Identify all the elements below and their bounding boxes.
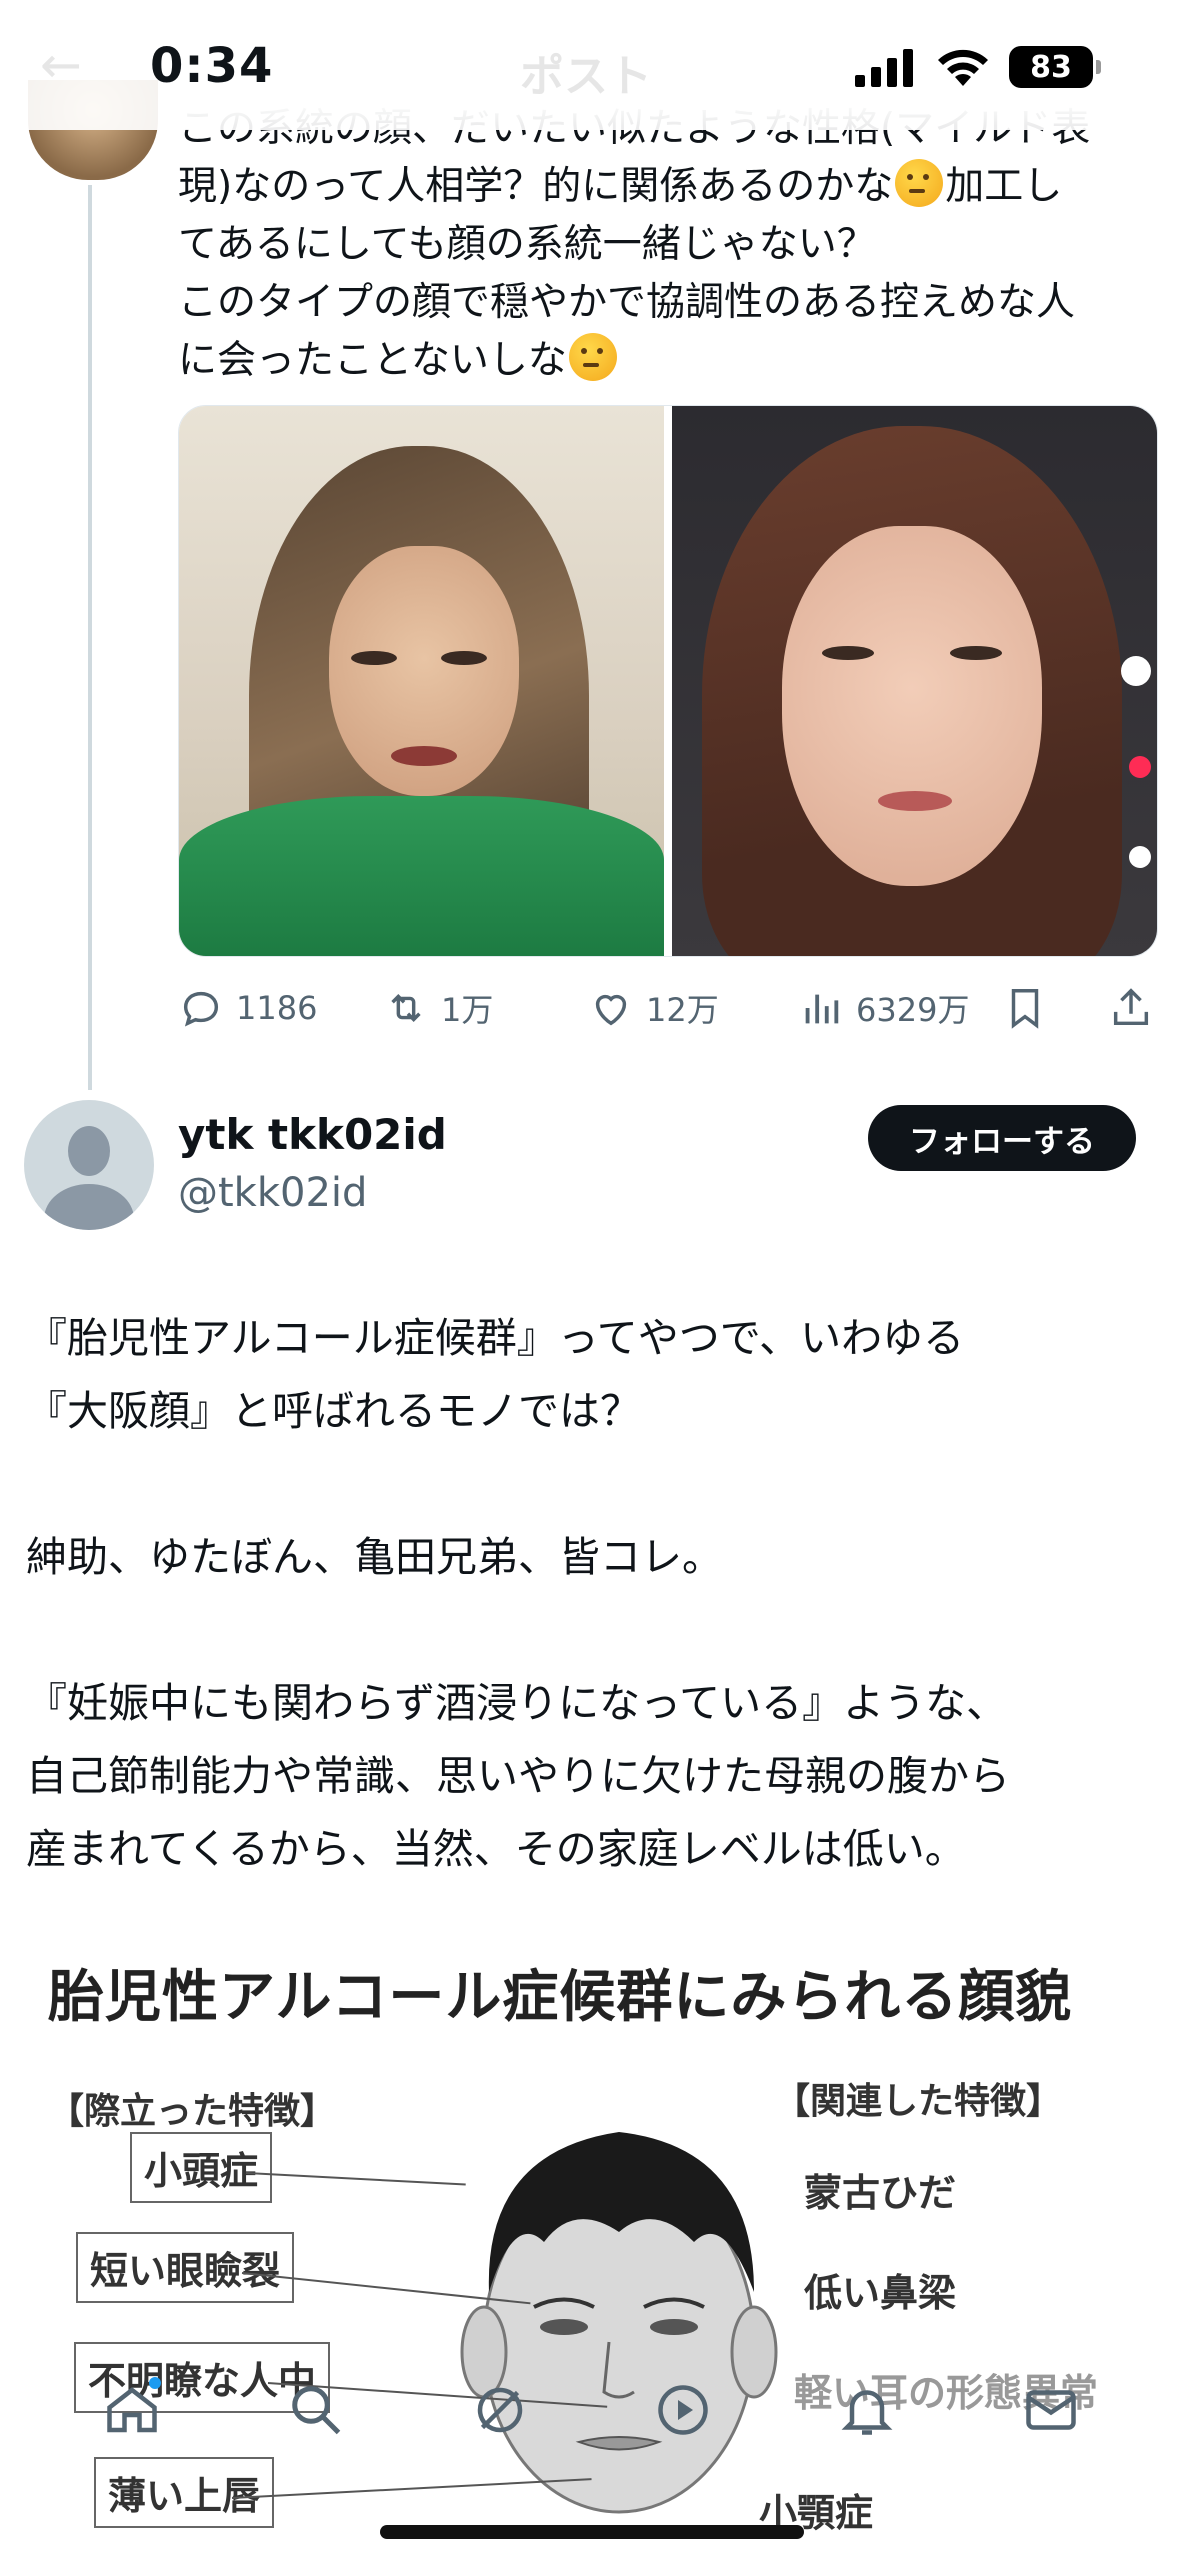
post-body: 『胎児性アルコール症候群』ってやつで、いわゆる 『大阪顔』と呼ばれるモノでは？ … [26, 1302, 1166, 1886]
photo-lips-shape [878, 791, 952, 811]
battery-indicator: 83 [1009, 46, 1101, 88]
tiktok-side-icon [1121, 656, 1151, 686]
repost-button[interactable]: 1万 [383, 985, 493, 1031]
search-icon [291, 2386, 341, 2435]
cellular-signal-icon [855, 49, 913, 87]
tiktok-side-icon [1129, 756, 1151, 778]
reply-button[interactable]: 1186 [178, 985, 317, 1031]
figure-label-epicanthal: 蒙古ひだ [804, 2171, 957, 2215]
nav-home[interactable] [97, 2375, 167, 2445]
home-icon [107, 2387, 157, 2433]
photo-lips-shape [391, 746, 457, 766]
notifications-icon [841, 2390, 893, 2435]
repost-count: 1万 [441, 991, 494, 1029]
nav-search[interactable] [281, 2375, 351, 2445]
notification-dot [148, 2377, 161, 2389]
post-line: 『大阪顔』と呼ばれるモノでは？ [26, 1387, 641, 1435]
grok-icon [477, 2387, 522, 2433]
follow-button[interactable]: フォローする [868, 1105, 1136, 1171]
previous-post-line: てあるにしても顔の系統一緒じゃない？ [178, 222, 876, 267]
tiktok-side-icon [1129, 846, 1151, 868]
analytics-icon [805, 994, 839, 1024]
video-icon [658, 2385, 709, 2435]
figure-label-short-palpebral: 短い眼瞼裂 [76, 2232, 295, 2303]
photo-jacket-shape [179, 796, 664, 956]
reply-icon [183, 991, 219, 1027]
media-photo-left[interactable] [179, 406, 664, 956]
photo-eye-shape [351, 651, 397, 665]
thread-line [88, 185, 92, 1090]
nav-grok[interactable] [465, 2375, 535, 2445]
post-line: 紳助、ゆたぼん、亀田兄弟、皆コレ。 [26, 1533, 723, 1581]
nav-video[interactable] [648, 2375, 718, 2445]
figure-left-heading: 【際立った特徴】 [48, 2091, 337, 2132]
wifi-icon [938, 49, 988, 86]
home-indicator[interactable] [380, 2525, 804, 2539]
previous-post-text: この系統の顔、だいたい似たような性格(マイルド表 現)なのって人相学？的に関係あ… [178, 100, 1158, 390]
thinking-face-emoji-icon [568, 333, 617, 381]
post-line: 『胎児性アルコール症候群』ってやつで、いわゆる [26, 1314, 965, 1362]
like-count: 12万 [646, 991, 719, 1029]
author-avatar[interactable] [24, 1100, 154, 1230]
figure-label-microcephaly: 小頭症 [130, 2132, 273, 2203]
media-photo-right[interactable] [672, 406, 1157, 956]
bookmark-button[interactable] [1002, 985, 1048, 1031]
views-button[interactable]: 6329万 [798, 985, 969, 1031]
bookmark-icon [1011, 989, 1039, 1029]
like-button[interactable]: 12万 [588, 985, 719, 1031]
back-arrow-icon[interactable]: ← [40, 36, 82, 94]
previous-post-actions: 1186 1万 12万 6329万 [178, 978, 1158, 1038]
nav-notifications[interactable] [832, 2375, 902, 2445]
previous-post-line: このタイプの顔で穏やかで協調性のある控えめな人 [178, 280, 1076, 325]
share-button[interactable] [1108, 985, 1154, 1031]
author-display-name[interactable]: ytk tkk02id [178, 1110, 447, 1159]
photo-eye-shape [950, 646, 1002, 660]
heart-icon [595, 994, 627, 1026]
photo-eye-shape [822, 646, 874, 660]
post-line: 自己節制能力や常識、思いやりに欠けた母親の腹から [26, 1752, 1010, 1800]
post-line: 『妊娠中にも関わらず酒浸りになっている』ような、 [26, 1679, 1008, 1727]
avatar-placeholder-head [68, 1126, 110, 1176]
status-time: 0:34 [150, 38, 274, 94]
photo-face-shape [782, 526, 1042, 886]
nav-messages[interactable] [1016, 2375, 1086, 2445]
repost-icon [391, 994, 421, 1022]
bottom-navigation [0, 2345, 1183, 2475]
share-icon [1113, 988, 1149, 1026]
previous-post-media[interactable] [178, 405, 1158, 957]
figure-leader-line [245, 2172, 466, 2186]
view-count: 6329万 [856, 991, 970, 1029]
post-line: 産まれてくるから、当然、その家庭レベルは低い。 [26, 1825, 966, 1873]
figure-label-nasal-bridge: 低い鼻梁 [804, 2271, 957, 2315]
author-handle[interactable]: @tkk02id [178, 1170, 367, 1216]
header-title: ポスト [520, 51, 652, 102]
reply-count: 1186 [236, 989, 318, 1027]
status-icons: 83 [855, 42, 1101, 92]
previous-post-line: に会ったことないしな [178, 332, 1158, 390]
figure-title: 胎児性アルコール症候群にみられる顔貌 [48, 1965, 1073, 2030]
avatar-placeholder-body [44, 1184, 134, 1230]
messages-icon [1026, 2390, 1076, 2430]
previous-post-line: 現)なのって人相学？的に関係あるのかな 加工し [178, 158, 1158, 216]
battery-level: 83 [1030, 49, 1072, 85]
status-bar: ← 0:34 ポスト 83 [0, 0, 1183, 130]
thinking-face-emoji-icon [895, 159, 944, 207]
photo-eye-shape [441, 651, 487, 665]
figure-right-heading: 【関連した特徴】 [774, 2081, 1063, 2122]
